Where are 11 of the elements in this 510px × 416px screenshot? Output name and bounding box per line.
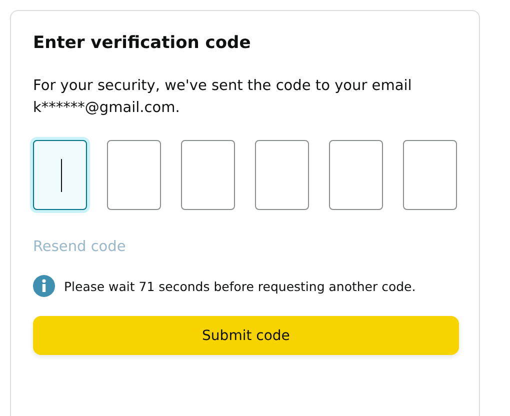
submit-button[interactable]: Submit code — [33, 316, 459, 355]
code-digit-field[interactable] — [403, 140, 457, 210]
code-digit-field[interactable] — [181, 140, 235, 210]
code-digit-field[interactable] — [329, 140, 383, 210]
code-digit-field[interactable] — [33, 140, 87, 210]
code-digit-field[interactable] — [255, 140, 309, 210]
info-icon — [33, 275, 55, 297]
code-digit-field[interactable] — [107, 140, 161, 210]
dialog-title: Enter verification code — [33, 32, 252, 55]
message-text: For your security, we've sent the code to your email k******@gmail.com. — [33, 77, 413, 118]
notice-text: Please wait 71 seconds before requesting another code. — [64, 278, 416, 294]
